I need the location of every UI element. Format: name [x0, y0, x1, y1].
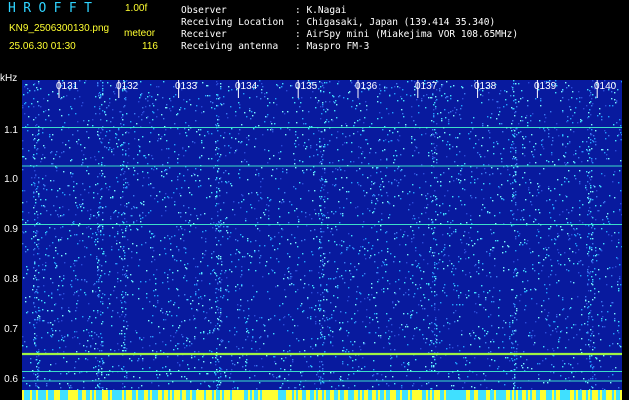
header-panel: HROFFT 1.00f KN9_2506300130.png 25.06.30…: [0, 0, 629, 74]
y-tick-label: 1.0: [4, 174, 18, 185]
x-tick-label: 0132: [116, 81, 139, 92]
version-label: 1.00f: [125, 3, 148, 14]
info-label-receiver: Receiver: [181, 29, 227, 40]
x-tick-label: 0138: [474, 81, 497, 92]
y-tick-label: 1.1: [4, 125, 18, 136]
info-value-antenna: : Maspro FM-3: [295, 41, 370, 52]
x-tick-label: 0133: [175, 81, 198, 92]
spectrogram-plot: [22, 80, 622, 400]
y-tick-label: 0.6: [4, 374, 18, 385]
x-tick-label: 0140: [594, 81, 617, 92]
x-tick-label: 0131: [56, 81, 79, 92]
y-tick-label: 0.8: [4, 274, 18, 285]
y-tick-label: 0.9: [4, 224, 18, 235]
info-label-antenna: Receiving antenna: [181, 41, 279, 52]
x-tick-label: 0137: [415, 81, 438, 92]
info-label-location: Receiving Location: [181, 17, 284, 28]
x-tick-label: 0134: [235, 81, 258, 92]
y-axis-unit: kHz: [0, 73, 18, 84]
meteor-count: 116: [142, 41, 158, 52]
datetime-label: 25.06.30 01:30: [9, 41, 76, 52]
meteor-label: meteor: [124, 28, 156, 39]
y-tick-label: 0.7: [4, 324, 18, 335]
info-value-observer: : K.Nagai: [295, 5, 347, 16]
x-tick-label: 0139: [534, 81, 557, 92]
info-value-location: : Chigasaki, Japan (139.414 35.340): [295, 17, 496, 28]
info-label-observer: Observer: [181, 5, 227, 16]
filename-label: KN9_2506300130.png: [9, 23, 110, 34]
app-title: HROFFT: [8, 1, 100, 16]
x-tick-label: 0136: [355, 81, 378, 92]
noise-speckle: [22, 80, 622, 391]
spectrogram-canvas: [22, 80, 622, 400]
info-value-receiver: : AirSpy mini (Miakejima VOR 108.65MHz): [295, 29, 519, 40]
plot-right-border: [622, 80, 629, 400]
x-tick-label: 0135: [295, 81, 318, 92]
bottom-interference-band: [22, 390, 622, 400]
